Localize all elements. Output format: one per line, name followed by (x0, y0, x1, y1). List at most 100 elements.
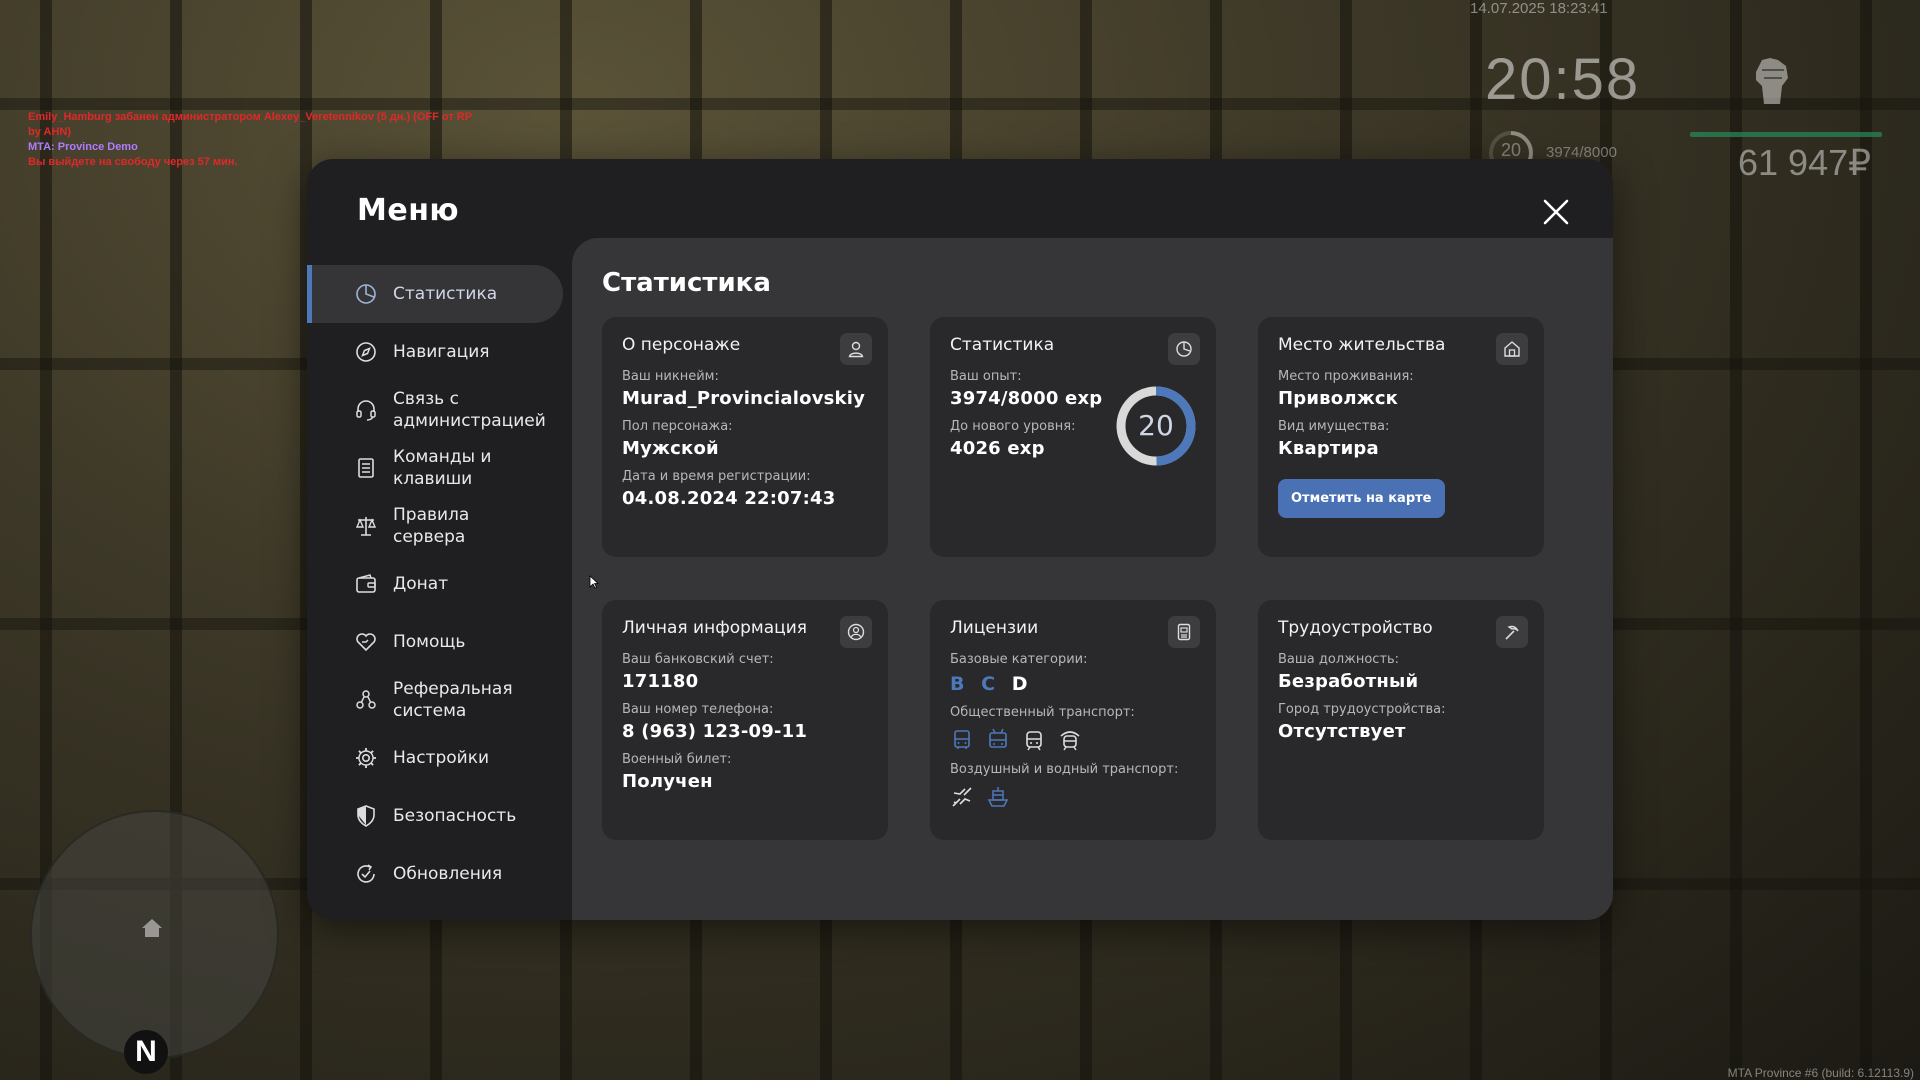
bus-icon (954, 730, 970, 749)
user-circle-icon (847, 623, 865, 641)
sidebar-item-security[interactable]: Безопасность (307, 787, 563, 845)
residence-place-value: Приволжск (1278, 388, 1399, 409)
phone-label: Ваш номер телефона: (622, 702, 774, 717)
close-icon[interactable] (1539, 195, 1573, 229)
pickaxe-icon (1505, 625, 1519, 640)
gender-label: Пол персонажа: (622, 419, 733, 434)
nickname-value: Murad_Provincialovskiy (622, 388, 866, 409)
sidebar-item-label: Реферальная система (393, 679, 513, 721)
license-categories: B C D (950, 673, 1196, 695)
level-value: 20 (1138, 409, 1174, 442)
statistics-panel: Статистика О персонаже Ваш никнейм: Mura… (572, 238, 1613, 920)
card-title: Лицензии (950, 618, 1039, 638)
sidebar-item-label: Настройки (393, 748, 490, 768)
registration-value: 04.08.2024 22:07:43 (622, 488, 836, 509)
air-water-transport-icons (950, 785, 1196, 809)
license-category-d: D (1011, 673, 1028, 695)
card-character: О персонаже Ваш никнейм: Murad_Provincia… (602, 317, 888, 557)
sidebar-item-updates[interactable]: Обновления (307, 845, 563, 903)
chat-line: MTA: Province Demo (28, 141, 138, 153)
user-icon (848, 341, 864, 358)
residence-place-label: Место проживания: (1278, 369, 1414, 384)
shield-icon (357, 805, 375, 827)
public-transport-label: Общественный транспорт: (950, 705, 1135, 720)
sidebar-item-statistics[interactable]: Статистика (307, 265, 563, 323)
sidebar-item-label: Команды и клавиши (393, 447, 492, 489)
trolleybus-icon (989, 728, 1007, 748)
statistics-icon (356, 284, 376, 304)
house-icon (1504, 341, 1520, 357)
sidebar-item-commands[interactable]: Команды и клавиши (307, 439, 563, 497)
military-id-label: Военный билет: (622, 752, 732, 767)
sidebar-item-label: Обновления (393, 864, 503, 884)
hud-datetime: 14.07.2025 18:23:41 (1470, 0, 1608, 17)
position-label: Ваша должность: (1278, 652, 1400, 667)
card-title: О персонаже (622, 335, 741, 355)
property-type-label: Вид имущества: (1278, 419, 1390, 434)
scales-icon (355, 517, 377, 536)
bank-account-label: Ваш банковский счет: (622, 652, 774, 667)
nickname-label: Ваш никнейм: (622, 369, 719, 384)
card-title: Место жительства (1278, 335, 1446, 355)
hud-clock: 20:58 (1485, 47, 1641, 112)
public-transport-icons (950, 728, 1196, 752)
license-badge-icon (1177, 623, 1191, 641)
menu-title: Меню (357, 193, 460, 228)
registration-label: Дата и время регистрации: (622, 469, 811, 484)
sidebar-item-rules[interactable]: Правила сервера (307, 497, 563, 555)
card-employment: Трудоустройство Ваша должность: Безработ… (1258, 600, 1544, 840)
menu-window: Меню Статистика Навигация Связь с админи… (307, 159, 1613, 920)
card-licenses: Лицензии Базовые категории: B C D Общест… (930, 600, 1216, 840)
sidebar-item-donate[interactable]: Донат (307, 555, 563, 613)
card-title: Статистика (950, 335, 1055, 355)
sidebar-item-label: Помощь (393, 632, 466, 652)
fist-icon (1756, 58, 1788, 104)
wallet-icon (356, 574, 376, 593)
card-personal-info: Личная информация Ваш банковский счет: 1… (602, 600, 888, 840)
gender-value: Мужской (622, 438, 719, 459)
sidebar-item-label: Донат (393, 574, 449, 594)
statistics-icon (1176, 341, 1192, 357)
sidebar-item-referral[interactable]: Реферальная система (307, 671, 563, 729)
sidebar-item-label: Правила сервера (393, 505, 470, 547)
bank-account-value: 171180 (622, 671, 699, 692)
base-categories-label: Базовые категории: (950, 652, 1088, 667)
sidebar-item-admin-contact[interactable]: Связь с администрацией (307, 381, 563, 439)
document-list-icon (358, 458, 374, 478)
sidebar-item-label: Связь с администрацией (393, 389, 546, 431)
sidebar-item-label: Безопасность (393, 806, 517, 826)
page-title: Статистика (602, 268, 771, 298)
metro-icon (1060, 731, 1080, 751)
card-title: Трудоустройство (1278, 618, 1433, 638)
heart-hand-icon (356, 633, 376, 652)
military-id-value: Получен (622, 771, 713, 792)
card-title: Личная информация (622, 618, 808, 638)
mark-on-map-button[interactable]: Отметить на карте (1278, 479, 1445, 518)
chat-line: by AHN) (28, 126, 71, 138)
chat-line: Emily_Hamburg забанен администратором Al… (28, 111, 473, 123)
job-city-label: Город трудоустройства: (1278, 702, 1446, 717)
sidebar: Статистика Навигация Связь с администрац… (307, 265, 563, 903)
tram-icon (1026, 731, 1042, 751)
home-icon (142, 919, 162, 937)
card-experience: Статистика Ваш опыт: 3974/8000 exp До но… (930, 317, 1216, 557)
boat-icon (987, 787, 1009, 807)
sidebar-item-settings[interactable]: Настройки (307, 729, 563, 787)
exp-label: Ваш опыт: (950, 369, 1022, 384)
license-category-b: B (950, 673, 965, 695)
sidebar-item-help[interactable]: Помощь (307, 613, 563, 671)
hud-level: 20 (1500, 140, 1522, 160)
hud-money: 61 947₽ (1738, 142, 1872, 183)
air-water-transport-label: Воздушный и водный транспорт: (950, 762, 1179, 777)
property-type-value: Квартира (1278, 438, 1379, 459)
license-category-c: C (981, 673, 996, 695)
people-network-icon (356, 690, 376, 709)
phone-value: 8 (963) 123-09-11 (622, 721, 808, 742)
hud-health-bar (1690, 132, 1882, 137)
compass-north: N (124, 1030, 168, 1074)
sidebar-item-navigation[interactable]: Навигация (307, 323, 563, 381)
job-city-value: Отсутствует (1278, 721, 1406, 742)
gear-icon (356, 748, 376, 768)
compass-icon (356, 342, 376, 362)
refresh-check-icon (357, 864, 375, 883)
